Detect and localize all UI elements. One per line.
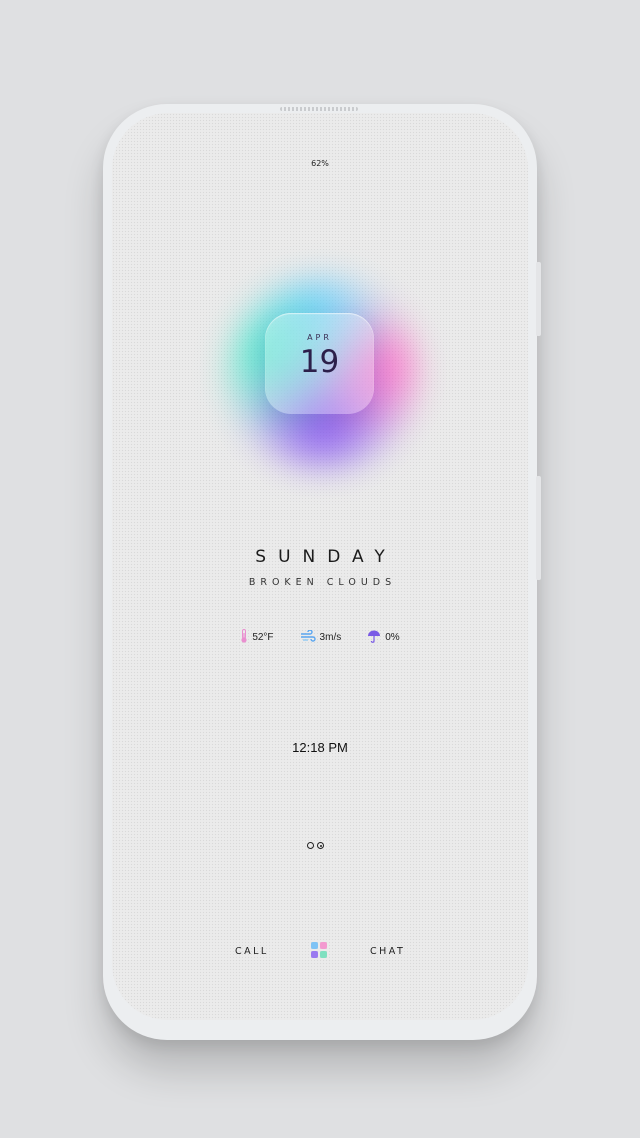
weather-condition: BROKEN CLOUDS	[248, 577, 397, 588]
call-button[interactable]: CALL	[235, 946, 269, 957]
speaker-grille	[280, 107, 358, 111]
date-day: 19	[299, 344, 340, 380]
date-widget[interactable]: APR 19	[265, 313, 374, 414]
power-button	[536, 476, 541, 580]
phone-frame: 62% APR 19 SUNDAY BROKEN CLOUDS 52°F 3m/…	[103, 104, 541, 1040]
date-month: APR	[307, 333, 332, 342]
umbrella-icon	[367, 630, 381, 646]
weekday-label: SUNDAY	[255, 547, 397, 567]
precipitation-value: 0%	[385, 632, 400, 643]
volume-button	[536, 262, 541, 336]
page-indicator	[307, 842, 324, 849]
home-screen: 62% APR 19 SUNDAY BROKEN CLOUDS 52°F 3m/…	[112, 113, 528, 1020]
wind-icon	[300, 629, 316, 645]
chat-button[interactable]: CHAT	[370, 946, 405, 957]
clock-time: 12:18 PM	[292, 740, 348, 755]
battery-level: 62%	[311, 159, 329, 168]
page-dot-active[interactable]	[317, 842, 324, 849]
temperature-value: 52°F	[252, 632, 274, 643]
wind-value: 3m/s	[319, 632, 342, 643]
wind-stat: 3m/s	[300, 629, 342, 646]
thermometer-icon	[240, 629, 248, 646]
temperature-stat: 52°F	[240, 629, 274, 646]
app-drawer-icon[interactable]	[311, 942, 329, 960]
weather-stats: 52°F 3m/s 0%	[112, 629, 528, 646]
precipitation-stat: 0%	[367, 629, 400, 646]
page-dot[interactable]	[307, 842, 314, 849]
